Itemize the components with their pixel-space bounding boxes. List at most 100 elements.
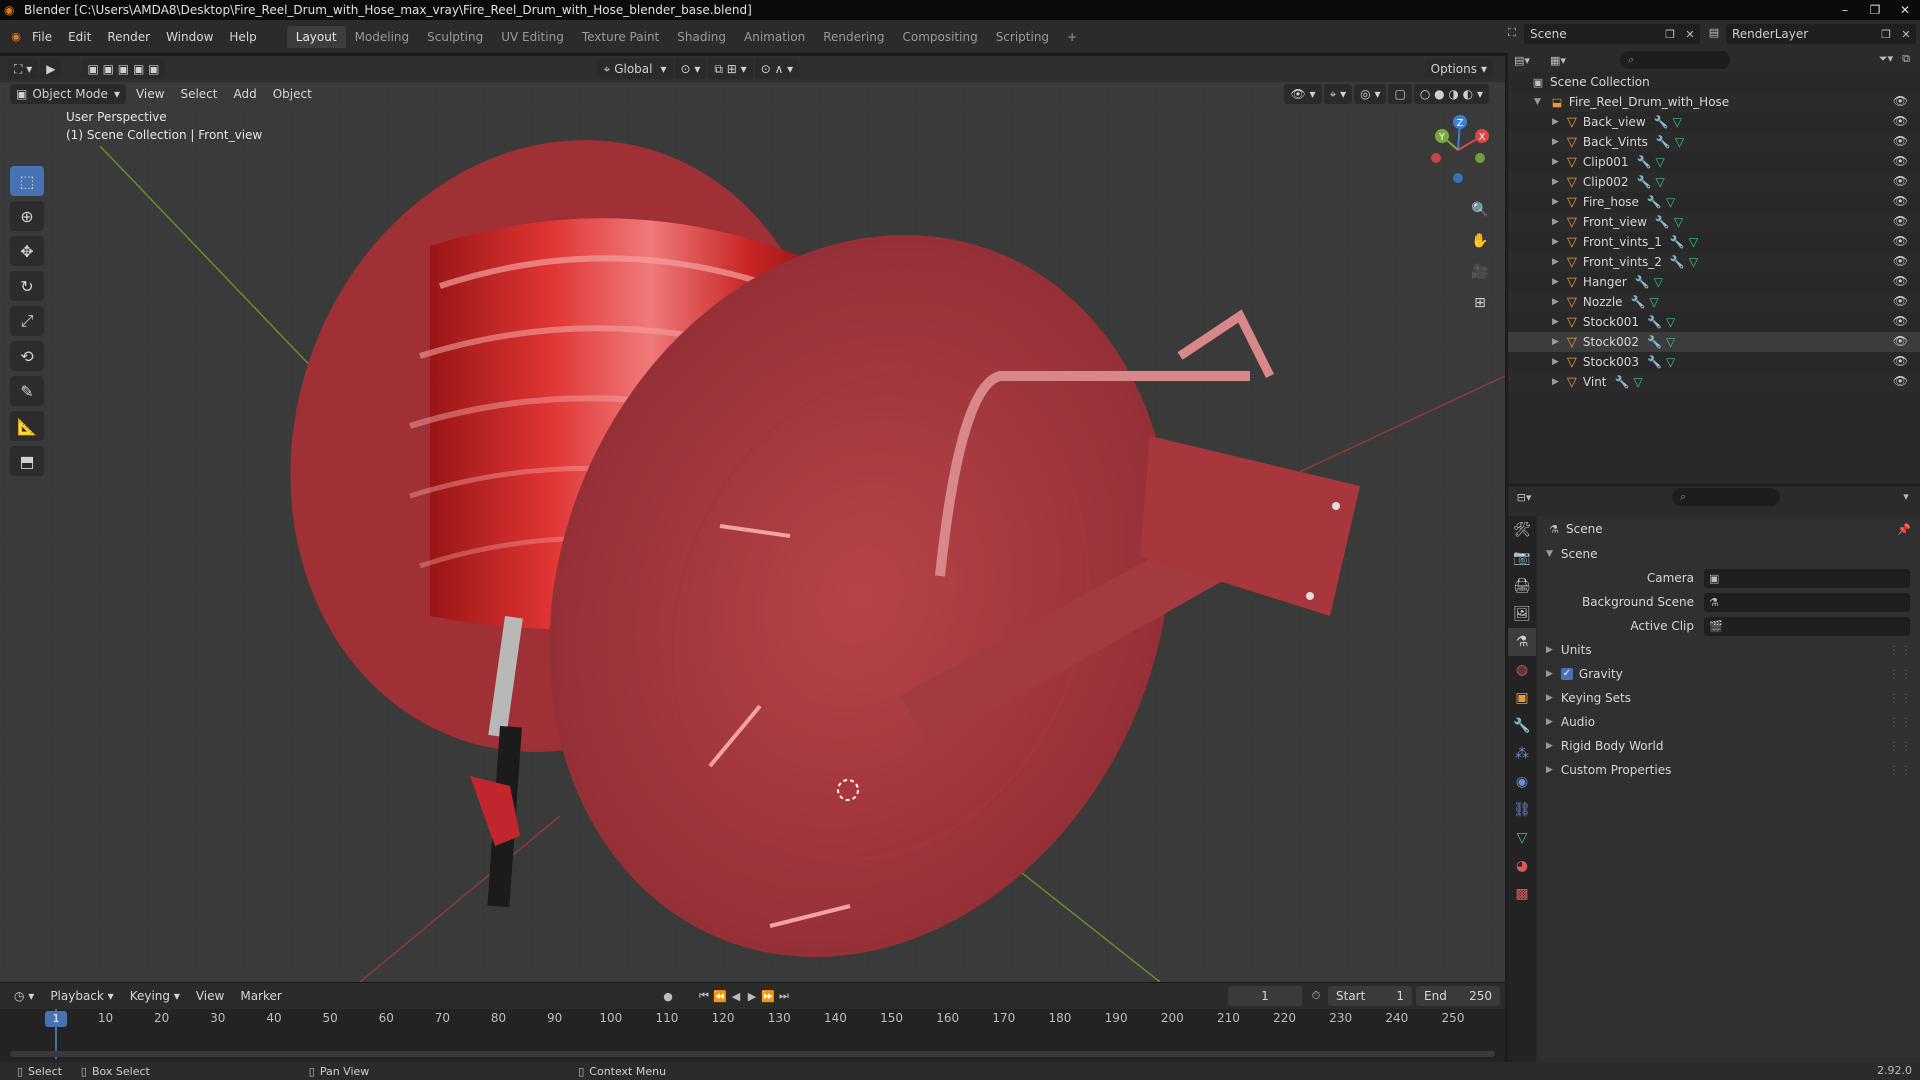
proportional-edit-toggle[interactable]: ⊙ ∧ ▾ [754,59,800,79]
record-icon[interactable]: ● [660,990,676,1003]
tab-shading[interactable]: Shading [668,26,735,48]
expand-icon[interactable]: ▶ [1552,277,1559,287]
modifier-icon[interactable]: 🔧 [1635,275,1650,289]
visibility-eye-icon[interactable]: 👁 [1893,274,1908,288]
visibility-eye-icon[interactable]: 👁 [1893,294,1908,308]
3d-viewport[interactable]: ⛶ ▾ ▶ ▣ ▣ ▣ ▣ ▣ ⌖ Global ▾ ⊙ ▾ ⧉ ⊞ ▾ ⊙ ∧… [0,56,1505,982]
drag-handle-icon[interactable]: ⋮⋮ [1888,667,1912,681]
modifier-icon[interactable]: 🔧 [1647,335,1662,349]
mesh-data-icon[interactable]: ▽ [1650,295,1659,309]
world-tab-icon[interactable]: ◍ [1508,656,1536,684]
expand-icon[interactable]: ▶ [1552,357,1559,367]
drag-handle-icon[interactable]: ⋮⋮ [1888,715,1912,729]
start-frame-field[interactable]: Start 1 [1328,986,1412,1006]
expand-icon[interactable]: ▶ [1552,157,1559,167]
subpanel-header[interactable]: ▶ Units ⋮⋮ [1538,638,1920,662]
transform-orientation-dropdown[interactable]: ⌖ Global ▾ [597,59,673,79]
material-tab-icon[interactable]: ◕ [1508,852,1536,880]
expand-icon[interactable]: ▶ [1552,117,1559,127]
outliner-item[interactable]: ▶ ▽ Front_vints_1 🔧 ▽ 👁 [1508,232,1920,252]
modifier-icon[interactable]: 🔧 [1655,215,1670,229]
pin-icon[interactable]: 📌 [1896,523,1912,536]
gizmo-toggle[interactable]: ⌖ ▾ [1323,84,1353,104]
expand-icon[interactable]: ▼ [1534,97,1541,107]
property-field[interactable]: ⚗ [1704,592,1910,612]
modifier-icon[interactable]: 🔧 [1637,155,1652,169]
texture-tab-icon[interactable]: ▩ [1508,880,1536,908]
jump-start-icon[interactable]: ⏮ [696,989,712,1003]
view-layer-tab-icon[interactable]: 🖼 [1508,600,1536,628]
mesh-data-icon[interactable]: ▽ [1666,315,1675,329]
editor-type-icon[interactable]: ⛶ ▾ [8,59,39,79]
particles-tab-icon[interactable]: ⁂ [1508,740,1536,768]
menu-render[interactable]: Render [99,30,158,44]
outliner-editor-type-icon[interactable]: ▤▾ [1514,54,1530,67]
mesh-data-icon[interactable]: ▽ [1675,135,1684,149]
outliner-search-input[interactable]: ⌕ [1620,51,1730,69]
outliner-item[interactable]: ▶ ▽ Vint 🔧 ▽ 👁 [1508,372,1920,392]
timeline-scrollbar[interactable] [10,1051,1495,1057]
property-field[interactable]: 🎬 [1704,616,1910,636]
zoom-icon[interactable]: 🔍 [1466,196,1494,224]
mesh-data-icon[interactable]: ▽ [1654,275,1663,289]
render-tab-icon[interactable]: 📷 [1508,544,1536,572]
modifier-icon[interactable]: 🔧 [1615,375,1630,389]
tab-layout[interactable]: Layout [286,25,346,48]
close-button[interactable]: ✕ [1890,0,1920,20]
filter-icon[interactable]: ⏷▾ [1878,52,1894,66]
scene-selector[interactable]: Scene ❐ ✕ [1524,24,1700,44]
display-mode-icon[interactable]: ▦▾ [1550,54,1566,67]
menu-window[interactable]: Window [158,30,221,44]
outliner-item[interactable]: ▶ ▽ Stock001 🔧 ▽ 👁 [1508,312,1920,332]
drag-handle-icon[interactable]: ⋮⋮ [1888,763,1912,777]
expand-icon[interactable]: ▶ [1552,237,1559,247]
expand-icon[interactable]: ▶ [1552,137,1559,147]
object-tab-icon[interactable]: ▣ [1508,684,1536,712]
outliner[interactable]: ▤▾ ▦▾ ⌕ ⏷▾ ⧉ ▣ Scene Collection ▼ ⬓ Fire… [1508,48,1920,484]
mesh-data-icon[interactable]: ▽ [1655,155,1664,169]
modifier-icon[interactable]: 🔧 [1670,235,1685,249]
expand-icon[interactable]: ▶ [1552,177,1559,187]
timeline-menu-keying[interactable]: Keying ▾ [122,989,188,1003]
visibility-eye-icon[interactable]: 👁 [1893,334,1908,348]
properties-editor-type-icon[interactable]: ⊟▾ [1516,491,1532,504]
properties-editor[interactable]: ⊟▾ ⌕ ▾ 🛠 📷 🖨 🖼 ⚗ ◍ ▣ 🔧 ⁂ ◉ ⛓ ▽ ◕ ▩ ⚗ Sce… [1508,486,1920,1062]
remove-layer-icon[interactable]: ✕ [1898,28,1914,41]
visibility-eye-icon[interactable]: 👁 [1893,374,1908,388]
copy-icon[interactable]: ❐ [1662,28,1678,41]
expand-icon[interactable]: ▶ [1552,317,1559,327]
visibility-dropdown[interactable]: 👁 ▾ [1284,84,1322,104]
modifier-icon[interactable]: 🔧 [1631,295,1646,309]
view-layer-selector[interactable]: RenderLayer ❐ ✕ [1726,24,1916,44]
pan-hand-icon[interactable]: ✋ [1466,227,1494,255]
mesh-data-icon[interactable]: ▽ [1666,195,1675,209]
visibility-eye-icon[interactable]: 👁 [1893,114,1908,128]
add-cube-tool[interactable]: ⬒ [10,446,44,476]
menu-file[interactable]: File [24,30,60,44]
outliner-collection[interactable]: ▼ ⬓ Fire_Reel_Drum_with_Hose 👁 [1508,92,1920,112]
transform-tool[interactable]: ⟲ [10,341,44,371]
play-reverse-icon[interactable]: ◀ [728,990,744,1003]
prev-keyframe-icon[interactable]: ⏪ [712,990,728,1003]
expand-icon[interactable]: ▶ [1552,337,1559,347]
stopwatch-icon[interactable]: ⏱ [1308,989,1324,1003]
mesh-data-icon[interactable]: ▽ [1674,215,1683,229]
subpanel-header[interactable]: ▶ Rigid Body World ⋮⋮ [1538,734,1920,758]
viewport-menu-add[interactable]: Add [225,87,264,101]
tab-animation[interactable]: Animation [735,26,814,48]
tab-texture-paint[interactable]: Texture Paint [573,26,668,48]
gravity-checkbox[interactable]: ✓ [1560,668,1573,680]
add-workspace-button[interactable]: + [1058,26,1086,48]
expand-icon[interactable]: ▶ [1552,257,1559,267]
modifier-icon[interactable]: 🔧 [1637,175,1652,189]
scene-panel-header[interactable]: ▼ Scene [1538,542,1920,566]
play-icon[interactable]: ▶ [744,990,760,1003]
modifier-icon[interactable]: 🔧 [1654,115,1669,129]
timeline-menu-view[interactable]: View [188,989,232,1003]
visibility-eye-icon[interactable]: 👁 [1893,254,1908,268]
minimize-button[interactable]: – [1830,0,1860,20]
data-tab-icon[interactable]: ▽ [1508,824,1536,852]
tab-uv-editing[interactable]: UV Editing [492,26,573,48]
scale-tool[interactable]: ⤢ [10,306,44,336]
mesh-data-icon[interactable]: ▽ [1689,255,1698,269]
